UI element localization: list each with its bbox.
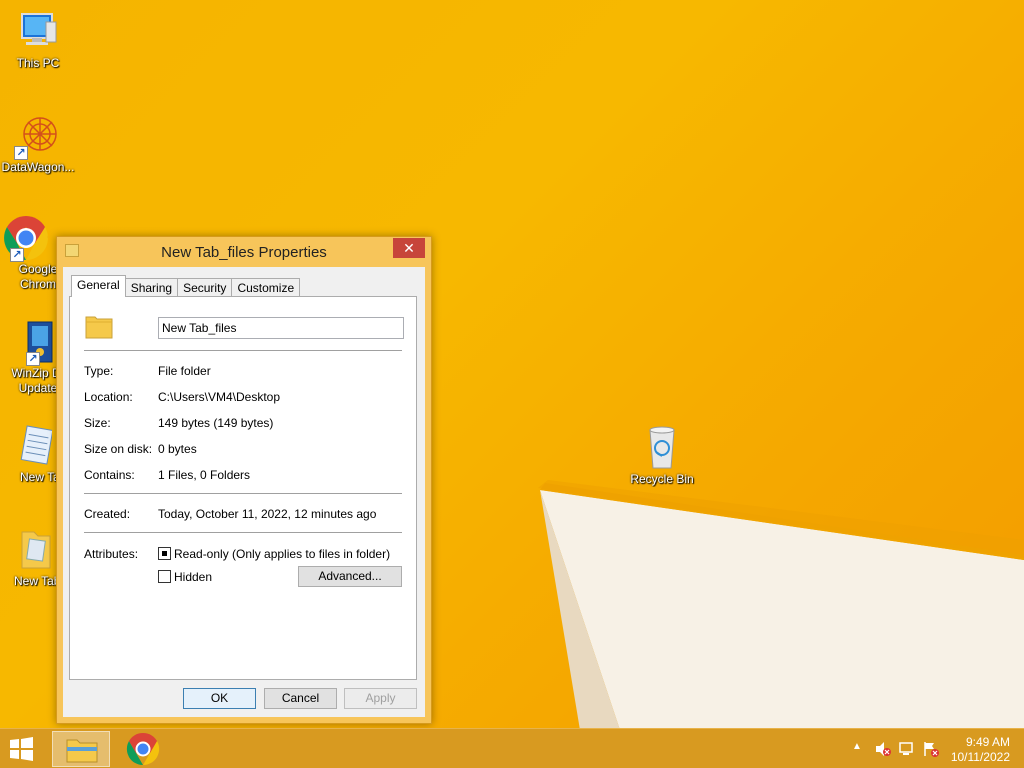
desktop-icon-label: New Ta: [20, 470, 56, 484]
volume-muted-icon[interactable]: [874, 741, 892, 757]
folder-name-input[interactable]: [158, 317, 404, 339]
desktop-icon-datawagon[interactable]: ↗ DataWagon...: [0, 112, 76, 175]
shortcut-arrow-icon: ↗: [10, 248, 24, 262]
datawagon-icon: ↗: [14, 112, 62, 160]
desktop-icon-label: DataWagon...: [1, 160, 75, 174]
clock-time: 9:49 AM: [965, 735, 1010, 749]
chrome-icon: [126, 732, 160, 766]
contains-label: Contains:: [84, 468, 135, 482]
contains-value: 1 Files, 0 Folders: [158, 468, 251, 482]
desktop-icon-label: This PC: [16, 56, 60, 70]
desktop-icon-new-tab[interactable]: New Ta: [0, 422, 56, 485]
shortcut-arrow-icon: ↗: [14, 146, 28, 160]
hidden-checkbox-label[interactable]: Hidden: [174, 570, 212, 584]
folder-icon: [4, 526, 52, 574]
cancel-button[interactable]: Cancel: [264, 688, 337, 709]
type-label: Type:: [84, 364, 114, 378]
tab-security[interactable]: Security: [177, 278, 233, 297]
show-hidden-icons-chevron-icon[interactable]: ▲: [852, 741, 862, 752]
file-explorer-icon: [66, 739, 98, 763]
desktop-icon-recycle-bin[interactable]: Recycle Bin: [624, 424, 700, 487]
readonly-checkbox-label[interactable]: Read-only (Only applies to files in fold…: [174, 547, 390, 561]
size-value: 149 bytes (149 bytes): [158, 416, 274, 430]
winzip-icon: ↗: [10, 318, 58, 366]
advanced-button[interactable]: Advanced...: [298, 566, 402, 587]
shortcut-arrow-icon: ↗: [26, 352, 40, 366]
folder-icon: [84, 311, 114, 341]
desktop-icon-new-tab-files[interactable]: New Tab_: [0, 526, 56, 589]
tab-sharing[interactable]: Sharing: [124, 278, 179, 297]
ok-button[interactable]: OK: [183, 688, 256, 709]
dialog-title: New Tab_files Properties: [161, 244, 327, 261]
tab-customize[interactable]: Customize: [231, 278, 301, 297]
tab-strip: General Sharing Security Customize: [71, 275, 301, 297]
notepad-icon: [4, 422, 54, 470]
chrome-icon: ↗: [4, 214, 58, 262]
taskbar-chrome[interactable]: [114, 731, 172, 767]
start-button[interactable]: [6, 737, 36, 761]
location-label: Location:: [84, 390, 133, 404]
recycle-bin-icon: [638, 424, 686, 472]
desktop-icon-label: New Tab_: [14, 574, 56, 588]
computer-icon: [14, 8, 62, 56]
action-center-flag-icon[interactable]: [922, 741, 940, 757]
attributes-label: Attributes:: [84, 547, 139, 561]
apply-button[interactable]: Apply: [344, 688, 417, 709]
desktop-icon-this-pc[interactable]: This PC: [0, 8, 76, 71]
close-icon: ✕: [403, 240, 415, 256]
clock-date: 10/11/2022: [950, 750, 1010, 764]
properties-dialog: New Tab_files Properties ✕ General Shari…: [56, 236, 432, 724]
taskbar-clock[interactable]: 9:49 AM 10/11/2022: [951, 735, 1010, 765]
dialog-title-bar[interactable]: New Tab_files Properties ✕: [57, 237, 431, 267]
windows-logo-icon: [10, 737, 33, 761]
size-on-disk-value: 0 bytes: [158, 442, 197, 456]
system-tray: ▲: [848, 729, 948, 768]
desktop-icon-label: Recycle Bin: [630, 472, 694, 486]
hidden-checkbox[interactable]: [158, 570, 171, 583]
created-label: Created:: [84, 507, 131, 521]
taskbar: ▲ 9:49 AM 10/11/2022: [0, 728, 1024, 768]
separator: [84, 493, 402, 494]
general-tab-panel: Type: File folder Location: C:\Users\VM4…: [69, 296, 417, 680]
location-value: C:\Users\VM4\Desktop: [158, 390, 281, 404]
size-label: Size:: [84, 416, 111, 430]
type-value: File folder: [158, 364, 211, 378]
readonly-checkbox[interactable]: [158, 547, 171, 560]
dialog-client-area: General Sharing Security Customize Type:…: [63, 267, 425, 717]
created-value: Today, October 11, 2022, 12 minutes ago: [158, 507, 377, 521]
separator: [84, 532, 402, 533]
close-button[interactable]: ✕: [393, 238, 425, 258]
tab-general[interactable]: General: [71, 275, 126, 297]
network-icon[interactable]: [898, 741, 916, 757]
separator: [84, 350, 402, 351]
taskbar-file-explorer[interactable]: [52, 731, 110, 767]
size-on-disk-label: Size on disk:: [84, 442, 153, 456]
